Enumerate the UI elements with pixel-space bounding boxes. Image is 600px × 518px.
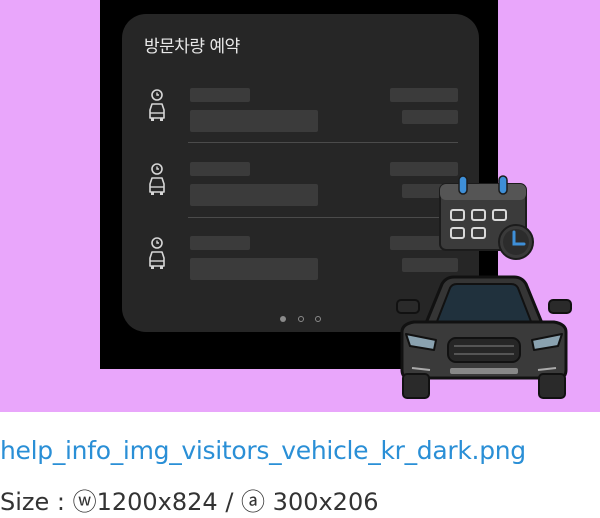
- list-item[interactable]: [122, 162, 479, 222]
- image-filename: help_info_img_visitors_vehicle_kr_dark.p…: [0, 436, 526, 465]
- placeholder-bar: [190, 184, 318, 206]
- placeholder-bar: [190, 236, 250, 250]
- placeholder-bar: [190, 110, 318, 132]
- car-front-icon: [396, 275, 572, 399]
- page-dot[interactable]: [314, 316, 321, 322]
- card-title: 방문차량 예약: [144, 37, 240, 57]
- preview-image: 방문차량 예약: [0, 0, 600, 412]
- placeholder-bar: [190, 88, 250, 102]
- image-size-text: Size : ⓦ1200x824 / ⓐ 300x206: [0, 488, 379, 516]
- calendar-clock-icon: [439, 175, 534, 260]
- page-dot-active[interactable]: [280, 316, 287, 322]
- divider: [188, 217, 458, 218]
- page-dot[interactable]: [297, 316, 304, 322]
- placeholder-bar: [402, 110, 458, 124]
- list-item[interactable]: [122, 88, 479, 148]
- car-clock-icon: [149, 163, 165, 195]
- placeholder-bar: [190, 162, 250, 176]
- car-clock-icon: [149, 89, 165, 121]
- placeholder-bar: [390, 88, 458, 102]
- divider: [188, 142, 458, 143]
- car-clock-icon: [149, 237, 165, 269]
- placeholder-bar: [190, 258, 318, 280]
